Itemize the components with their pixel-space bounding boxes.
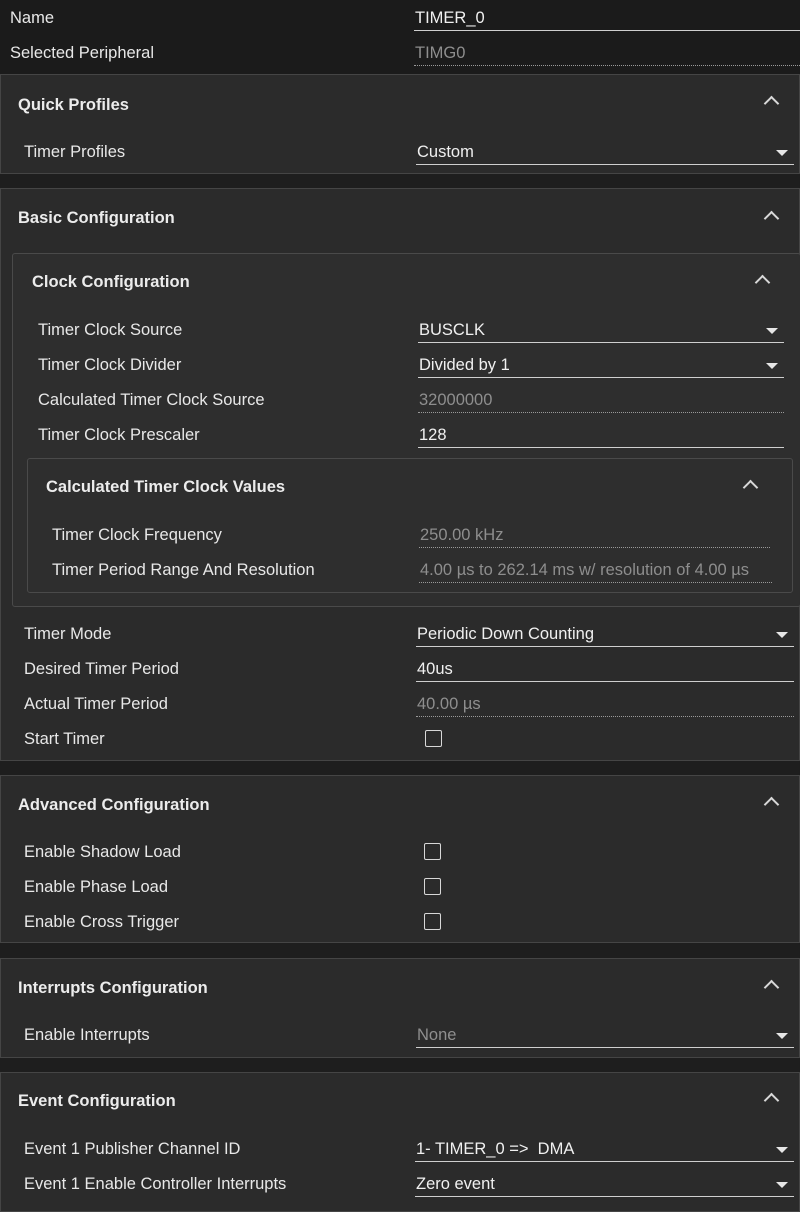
clock-divider-label: Timer Clock Divider xyxy=(38,356,182,374)
period-range-value: 4.00 µs to 262.14 ms w/ resolution of 4.… xyxy=(419,557,772,583)
phase-load-row: Enable Phase Load xyxy=(1,870,800,904)
event-configuration-title: Event Configuration xyxy=(18,1092,176,1110)
shadow-load-label: Enable Shadow Load xyxy=(24,843,181,861)
dropdown-caret-icon xyxy=(776,1147,788,1153)
header-area: Name TIMER_0 Selected Peripheral TIMG0 xyxy=(0,0,800,74)
prescaler-input[interactable]: 128 xyxy=(418,422,784,448)
interrupts-configuration-panel: Interrupts Configuration Enable Interrup… xyxy=(0,958,800,1058)
advanced-configuration-title: Advanced Configuration xyxy=(18,796,210,814)
chevron-up-icon[interactable] xyxy=(742,479,759,496)
quick-profiles-panel: Quick Profiles Timer Profiles Custom xyxy=(0,74,800,174)
enable-interrupts-select[interactable]: None xyxy=(416,1022,794,1048)
clock-divider-select[interactable]: Divided by 1 xyxy=(418,352,784,378)
timer-mode-label: Timer Mode xyxy=(24,625,112,643)
dropdown-caret-icon xyxy=(766,328,778,334)
clock-configuration-panel: Clock Configuration Timer Clock Source B… xyxy=(12,253,800,607)
basic-configuration-panel: Basic Configuration Clock Configuration … xyxy=(0,188,800,761)
peripheral-label: Selected Peripheral xyxy=(10,44,155,62)
peripheral-value: TIMG0 xyxy=(414,40,800,66)
timer-profiles-row: Timer Profiles Custom xyxy=(1,135,800,169)
controller-interrupts-label: Event 1 Enable Controller Interrupts xyxy=(24,1175,287,1193)
name-row: Name TIMER_0 xyxy=(0,1,800,35)
clock-source-label: Timer Clock Source xyxy=(38,321,183,339)
actual-period-row: Actual Timer Period 40.00 µs xyxy=(1,687,800,721)
advanced-configuration-panel: Advanced Configuration Enable Shadow Loa… xyxy=(0,775,800,943)
calc-clock-source-row: Calculated Timer Clock Source 32000000 xyxy=(13,383,800,417)
timer-mode-row: Timer Mode Periodic Down Counting xyxy=(1,617,800,651)
prescaler-label: Timer Clock Prescaler xyxy=(38,426,200,444)
name-label: Name xyxy=(10,9,55,27)
event-configuration-panel: Event Configuration Event 1 Publisher Ch… xyxy=(0,1072,800,1212)
chevron-up-icon[interactable] xyxy=(763,796,780,813)
chevron-up-icon[interactable] xyxy=(763,979,780,996)
basic-configuration-title: Basic Configuration xyxy=(18,209,175,227)
clock-source-select[interactable]: BUSCLK xyxy=(418,317,784,343)
enable-interrupts-row: Enable Interrupts None xyxy=(1,1018,800,1052)
actual-period-label: Actual Timer Period xyxy=(24,695,168,713)
publisher-channel-label: Event 1 Publisher Channel ID xyxy=(24,1140,241,1158)
dropdown-caret-icon xyxy=(776,150,788,156)
chevron-up-icon[interactable] xyxy=(754,274,771,291)
calc-clock-source-value: 32000000 xyxy=(418,387,784,413)
name-input[interactable]: TIMER_0 xyxy=(414,5,800,31)
cross-trigger-checkbox[interactable] xyxy=(424,913,441,930)
controller-interrupts-row: Event 1 Enable Controller Interrupts Zer… xyxy=(1,1167,800,1201)
clock-configuration-title: Clock Configuration xyxy=(32,273,190,291)
phase-load-label: Enable Phase Load xyxy=(24,878,169,896)
start-timer-label: Start Timer xyxy=(24,730,105,748)
timer-mode-select[interactable]: Periodic Down Counting xyxy=(416,621,794,647)
interrupts-configuration-title: Interrupts Configuration xyxy=(18,979,208,997)
actual-period-value: 40.00 µs xyxy=(416,691,794,717)
clock-source-row: Timer Clock Source BUSCLK xyxy=(13,313,800,347)
cross-trigger-row: Enable Cross Trigger xyxy=(1,905,800,939)
desired-period-label: Desired Timer Period xyxy=(24,660,179,678)
dropdown-caret-icon xyxy=(776,1033,788,1039)
enable-interrupts-label: Enable Interrupts xyxy=(24,1026,150,1044)
calc-timer-values-panel: Calculated Timer Clock Values Timer Cloc… xyxy=(27,458,793,593)
calc-clock-source-label: Calculated Timer Clock Source xyxy=(38,391,265,409)
start-timer-checkbox[interactable] xyxy=(425,730,442,747)
clock-frequency-label: Timer Clock Frequency xyxy=(52,526,222,544)
desired-period-row: Desired Timer Period 40us xyxy=(1,652,800,686)
clock-frequency-row: Timer Clock Frequency 250.00 kHz xyxy=(28,518,800,552)
dropdown-caret-icon xyxy=(776,632,788,638)
controller-interrupts-select[interactable]: Zero event xyxy=(415,1171,794,1197)
quick-profiles-title: Quick Profiles xyxy=(18,96,129,114)
shadow-load-row: Enable Shadow Load xyxy=(1,835,800,869)
chevron-up-icon[interactable] xyxy=(763,210,780,227)
phase-load-checkbox[interactable] xyxy=(424,878,441,895)
shadow-load-checkbox[interactable] xyxy=(424,843,441,860)
period-range-row: Timer Period Range And Resolution 4.00 µ… xyxy=(28,553,800,587)
publisher-channel-row: Event 1 Publisher Channel ID 1- TIMER_0 … xyxy=(1,1132,800,1166)
clock-frequency-value: 250.00 kHz xyxy=(419,522,770,548)
peripheral-row: Selected Peripheral TIMG0 xyxy=(0,36,800,70)
chevron-up-icon[interactable] xyxy=(763,95,780,112)
timer-profiles-select[interactable]: Custom xyxy=(416,139,794,165)
dropdown-caret-icon xyxy=(766,363,778,369)
desired-period-input[interactable]: 40us xyxy=(416,656,794,682)
calc-timer-values-title: Calculated Timer Clock Values xyxy=(46,478,286,496)
prescaler-row: Timer Clock Prescaler 128 xyxy=(13,418,800,452)
clock-divider-row: Timer Clock Divider Divided by 1 xyxy=(13,348,800,382)
timer-profiles-label: Timer Profiles xyxy=(24,143,126,161)
start-timer-row: Start Timer xyxy=(1,722,800,756)
chevron-up-icon[interactable] xyxy=(763,1092,780,1109)
publisher-channel-select[interactable]: 1- TIMER_0 => DMA xyxy=(415,1136,794,1162)
cross-trigger-label: Enable Cross Trigger xyxy=(24,913,179,931)
dropdown-caret-icon xyxy=(776,1182,788,1188)
period-range-label: Timer Period Range And Resolution xyxy=(52,561,315,579)
